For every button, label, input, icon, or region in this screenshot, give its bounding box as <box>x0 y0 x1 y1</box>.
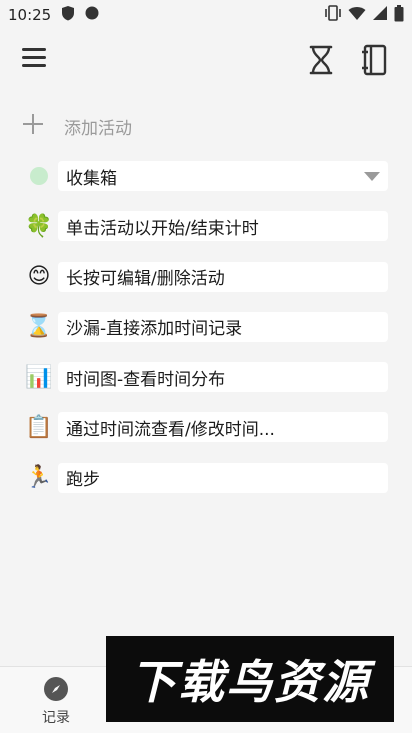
activity-item[interactable]: 😊 长按可编辑/删除活动 <box>22 261 388 293</box>
activity-item[interactable]: 📋 通过时间流查看/修改时间... <box>22 411 388 443</box>
hourglass-icon[interactable] <box>306 44 336 76</box>
watermark-banner: 下载鸟资源 <box>106 636 394 722</box>
activity-label: 跑步 <box>66 470 100 491</box>
activity-item[interactable]: 📊 时间图-查看时间分布 <box>22 361 388 393</box>
status-left: 10:25 <box>8 5 99 25</box>
timeline-icon[interactable] <box>360 44 390 76</box>
inbox-dot-wrapper <box>22 161 56 191</box>
add-activity-label: 添加活动 <box>64 118 132 139</box>
bar-chart-icon: 📊 <box>25 364 53 390</box>
activity-label: 收集箱 <box>66 168 117 189</box>
runner-icon: 🏃 <box>25 465 53 491</box>
activity-pill: 长按可编辑/删除活动 <box>58 261 388 292</box>
vibrate-icon <box>324 5 342 25</box>
nav-record-label: 记录 <box>42 710 70 726</box>
activity-pill: 单击活动以开始/结束计时 <box>58 211 388 242</box>
activity-item[interactable]: 🍀 单击活动以开始/结束计时 <box>22 210 388 242</box>
menu-icon[interactable] <box>22 48 50 72</box>
activity-label: 时间图-查看时间分布 <box>66 369 226 390</box>
plus-icon <box>22 112 54 140</box>
smile-icon: 😊 <box>27 264 51 290</box>
battery-icon <box>394 4 404 26</box>
activity-label: 通过时间流查看/修改时间... <box>66 419 275 440</box>
clipboard-icon: 📋 <box>25 414 53 440</box>
activity-pill: 收集箱 <box>58 161 388 191</box>
signal-icon <box>372 5 388 25</box>
inbox-dot-icon <box>30 167 48 185</box>
clover-icon: 🍀 <box>25 213 53 239</box>
activity-label: 沙漏-直接添加时间记录 <box>66 319 243 340</box>
activity-label: 长按可编辑/删除活动 <box>66 269 225 290</box>
hourglass-emoji-icon: ⌛ <box>25 314 53 340</box>
watermark-text: 下载鸟资源 <box>130 655 370 709</box>
activity-pill: 跑步 <box>58 462 388 493</box>
activity-pill: 通过时间流查看/修改时间... <box>58 412 388 443</box>
add-activity-button[interactable]: 添加活动 <box>22 112 388 140</box>
activity-pill: 时间图-查看时间分布 <box>58 362 388 393</box>
shield-icon <box>61 5 75 25</box>
status-time: 10:25 <box>8 6 52 24</box>
circle-notification-icon <box>85 6 99 24</box>
activity-label: 单击活动以开始/结束计时 <box>66 218 259 239</box>
activity-item[interactable]: ⌛ 沙漏-直接添加时间记录 <box>22 311 388 343</box>
activity-item[interactable]: 🏃 跑步 <box>22 462 388 494</box>
activity-pill: 沙漏-直接添加时间记录 <box>58 311 388 342</box>
nav-record-tab[interactable]: 记录 <box>34 677 78 727</box>
status-bar: 10:25 <box>0 0 412 30</box>
activity-list: 收集箱 🍀 单击活动以开始/结束计时 😊 长按可编辑/删除活动 ⌛ 沙漏-直接添… <box>22 160 388 512</box>
activity-item-inbox[interactable]: 收集箱 <box>22 160 388 192</box>
status-right <box>324 4 404 26</box>
compass-icon <box>44 677 68 701</box>
app-bar <box>0 36 412 84</box>
chevron-down-icon[interactable] <box>364 172 380 181</box>
wifi-icon <box>348 5 366 25</box>
